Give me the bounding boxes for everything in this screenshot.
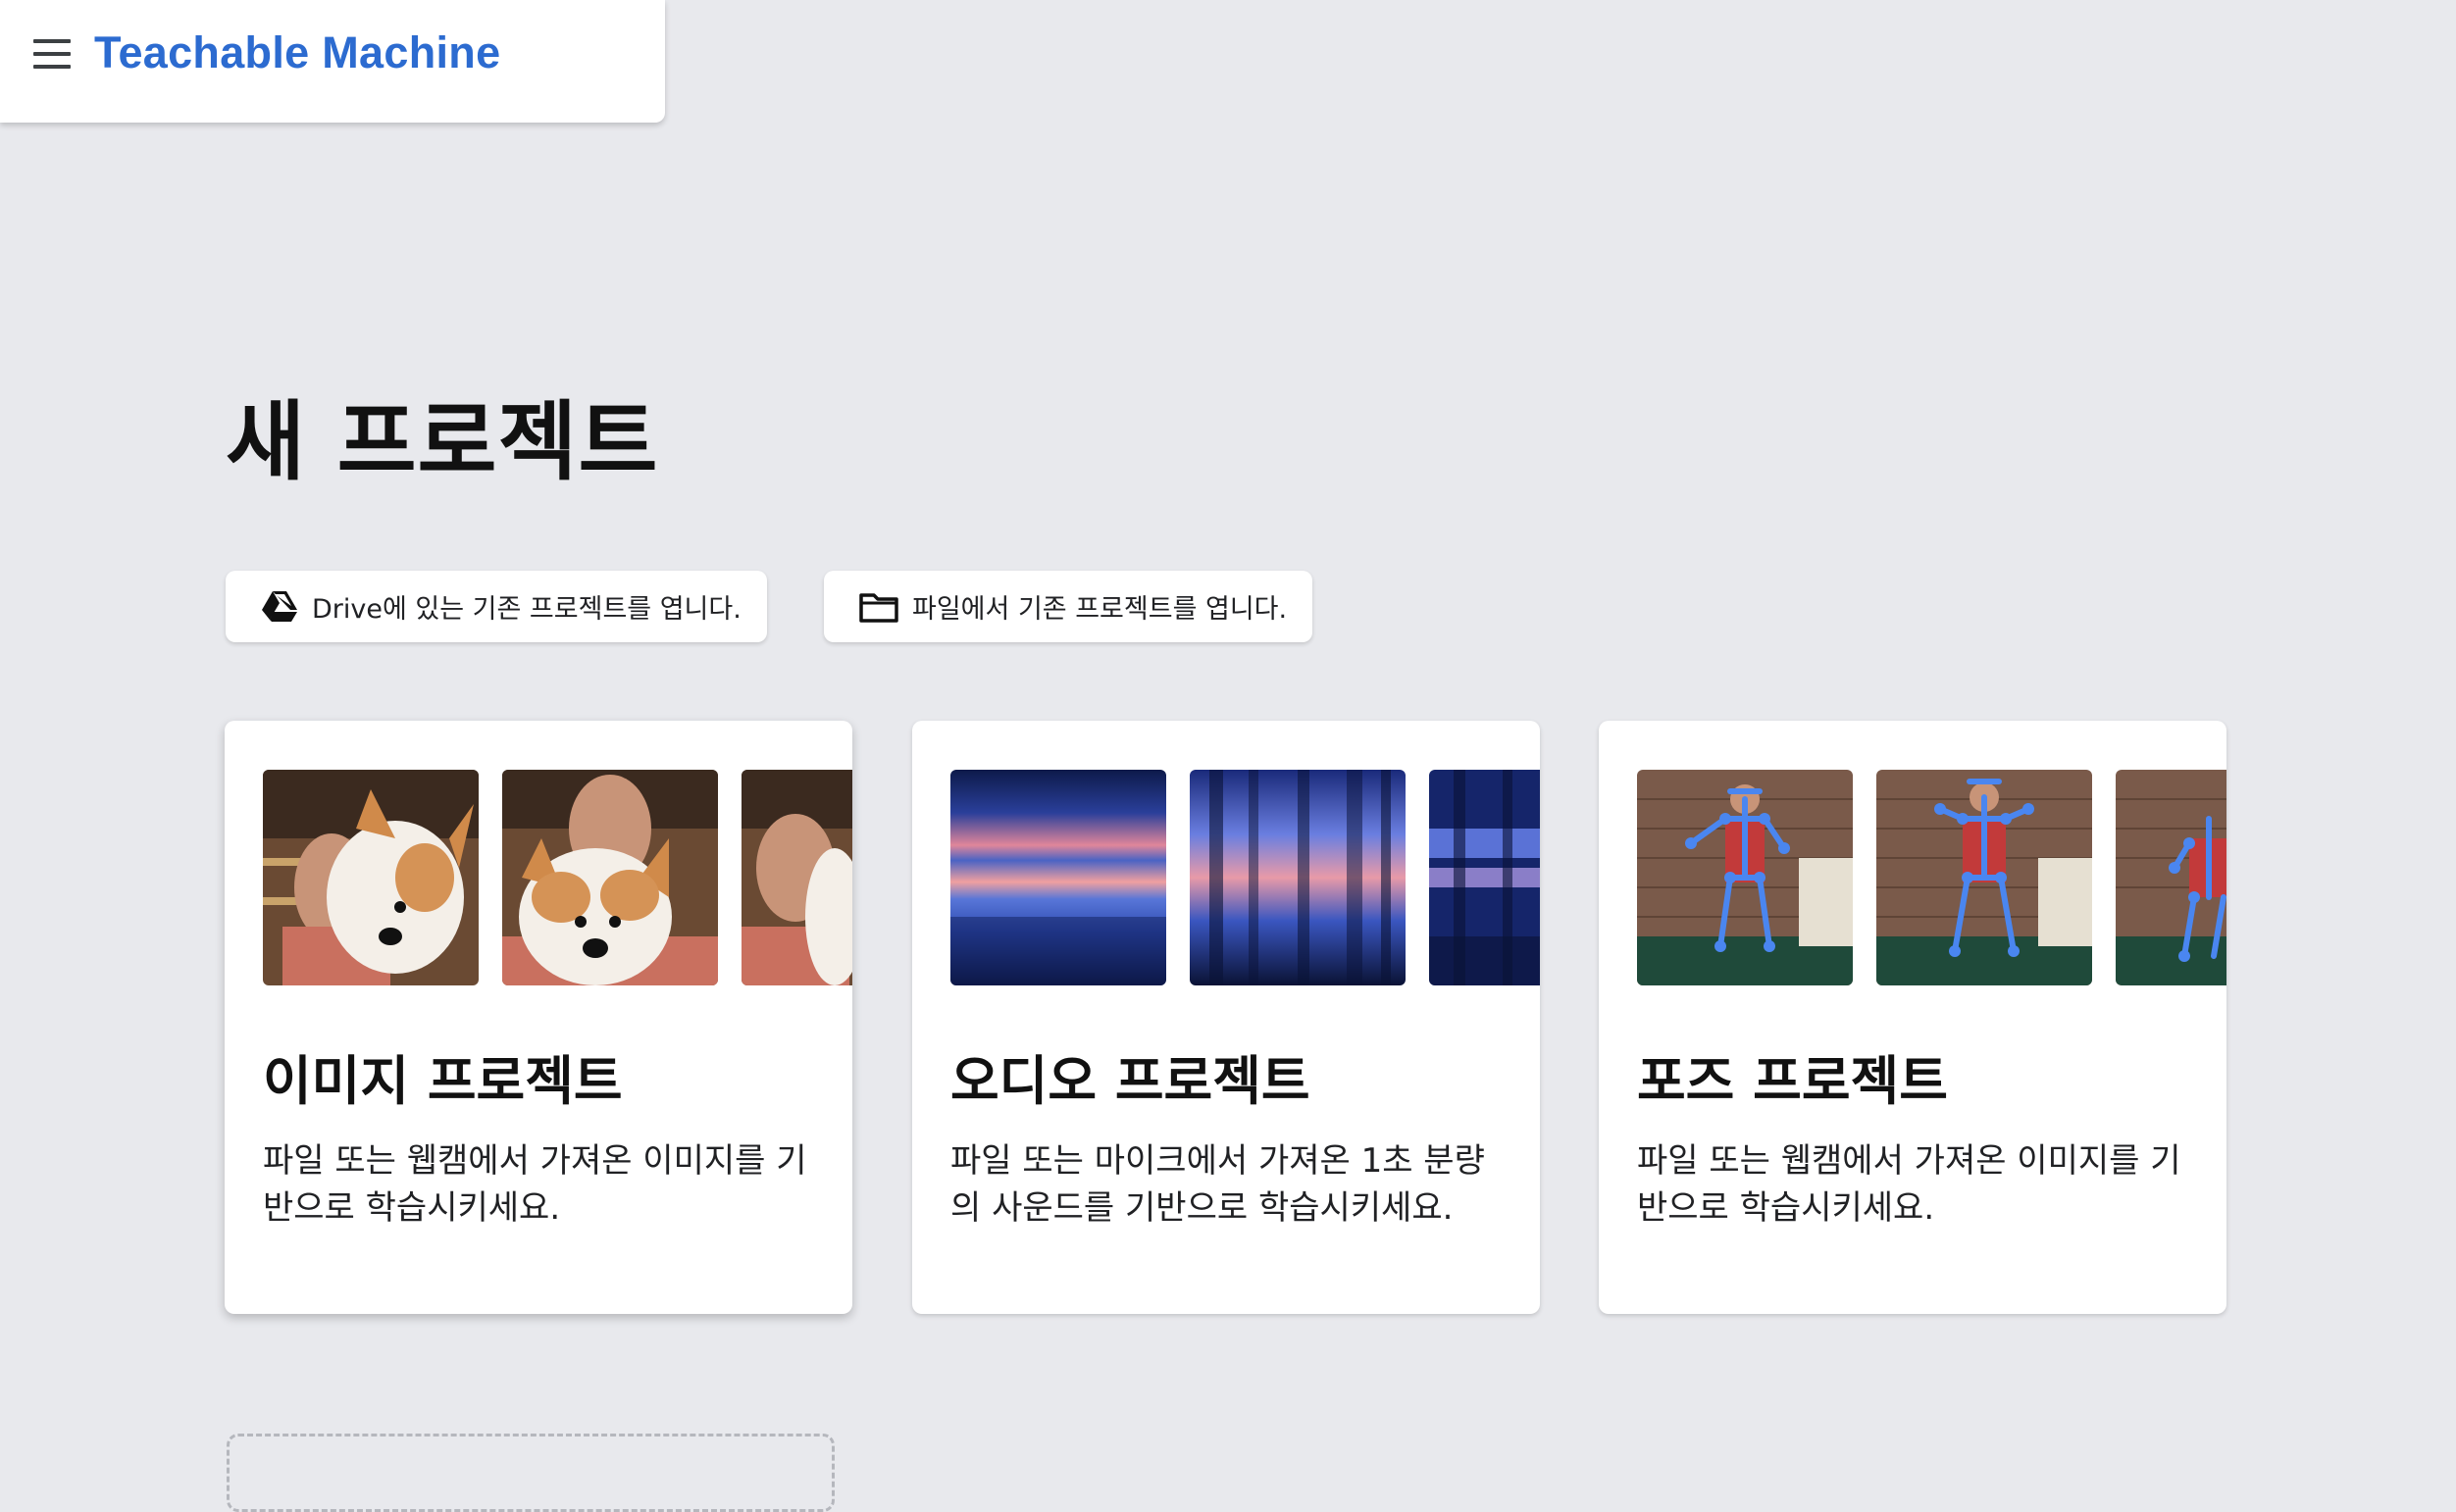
open-from-file-label: 파일에서 기존 프로젝트를 엽니다.	[912, 594, 1288, 625]
thumbnail	[742, 770, 852, 985]
app-title[interactable]: Teachable Machine	[94, 27, 500, 78]
audio-project-thumbnails	[950, 770, 1540, 987]
app-header: Teachable Machine	[0, 0, 665, 123]
google-drive-icon	[261, 590, 298, 624]
image-project-title: 이미지 프로젝트	[263, 1050, 623, 1112]
spectrogram-thumbnail	[1190, 770, 1406, 985]
open-from-file-button[interactable]: 파일에서 기존 프로젝트를 엽니다.	[824, 571, 1312, 642]
page-title: 새 프로젝트	[226, 391, 659, 492]
open-from-drive-button[interactable]: Drive에 있는 기존 프로젝트를 엽니다.	[226, 571, 767, 642]
pose-project-description: 파일 또는 웹캠에서 가져온 이미지를 기반으로 학습시키세요.	[1637, 1141, 2181, 1228]
audio-project-card[interactable]: 오디오 프로젝트 파일 또는 마이크에서 가져온 1초 분량의 사운드를 기반으…	[912, 721, 1540, 1314]
pose-thumbnail	[1637, 770, 1853, 985]
thumbnail	[502, 770, 718, 985]
dashed-placeholder-card	[227, 1434, 835, 1512]
spectrogram-thumbnail	[1429, 770, 1540, 985]
pose-project-title: 포즈 프로젝트	[1637, 1050, 1948, 1112]
spectrogram-thumbnail	[950, 770, 1166, 985]
image-project-card[interactable]: 이미지 프로젝트 파일 또는 웹캠에서 가져온 이미지를 기반으로 학습시키세요…	[225, 721, 852, 1314]
image-project-description: 파일 또는 웹캠에서 가져온 이미지를 기반으로 학습시키세요.	[263, 1141, 807, 1228]
audio-project-title: 오디오 프로젝트	[950, 1050, 1310, 1112]
pose-project-thumbnails	[1637, 770, 2226, 987]
pose-thumbnail	[2116, 770, 2226, 985]
pose-project-card[interactable]: 포즈 프로젝트 파일 또는 웹캠에서 가져온 이미지를 기반으로 학습시키세요.	[1599, 721, 2226, 1314]
pose-thumbnail	[1876, 770, 2092, 985]
open-from-drive-label: Drive에 있는 기존 프로젝트를 엽니다.	[312, 594, 742, 625]
hamburger-menu-icon[interactable]	[33, 39, 71, 69]
image-project-thumbnails	[263, 770, 852, 987]
thumbnail	[263, 770, 479, 985]
folder-icon	[859, 591, 898, 623]
audio-project-description: 파일 또는 마이크에서 가져온 1초 분량의 사운드를 기반으로 학습시키세요.	[950, 1141, 1485, 1228]
